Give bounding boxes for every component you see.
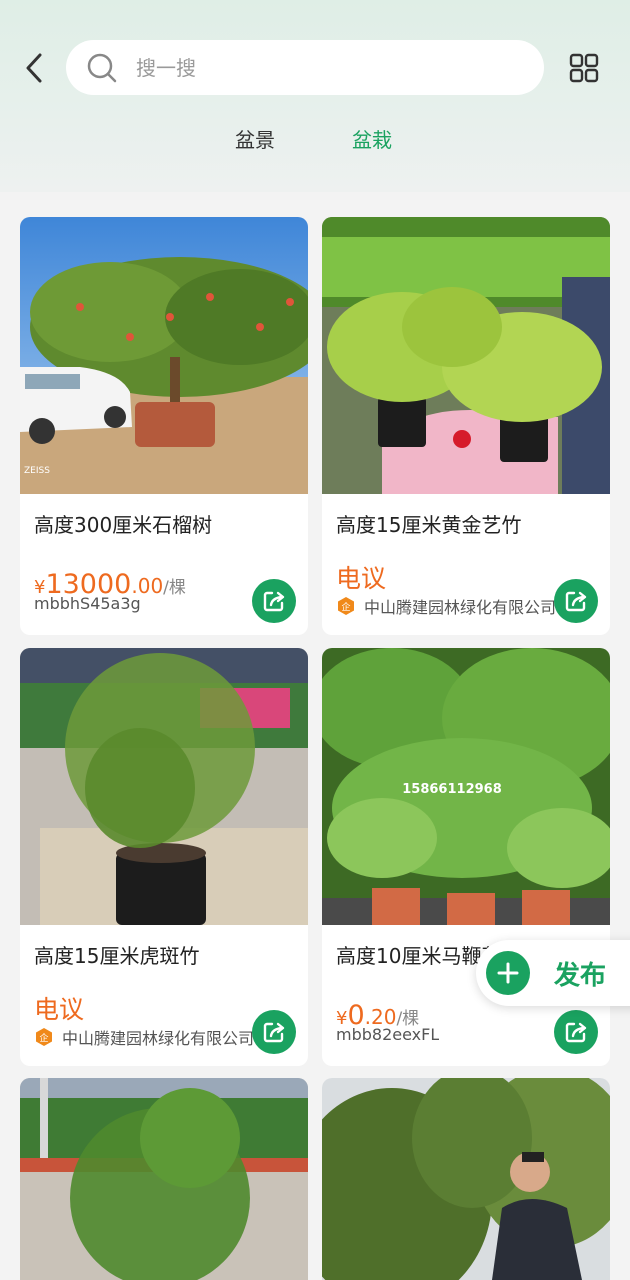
product-image <box>322 1078 610 1280</box>
grid-icon <box>569 53 599 83</box>
product-card[interactable] <box>20 1078 308 1280</box>
product-price: 电议 <box>336 564 387 593</box>
search-icon <box>86 52 118 84</box>
header <box>0 0 630 192</box>
seller-name: 企 中山腾建园林绿化有限公司 <box>34 1025 254 1049</box>
search-bar[interactable] <box>66 40 544 95</box>
share-icon <box>565 591 587 612</box>
product-image <box>20 1078 308 1280</box>
company-badge-icon: 企 <box>338 597 354 615</box>
back-button[interactable] <box>18 50 50 86</box>
search-input[interactable] <box>136 55 516 80</box>
product-card[interactable]: 高度15厘米虎斑竹 电议 企 中山腾建园林绿化有限公司 <box>20 648 308 1066</box>
watermark-text: ZEISS <box>24 466 50 476</box>
product-title: 高度15厘米虎斑竹 <box>34 944 200 968</box>
product-card[interactable]: ZEISS 高度300厘米石榴树 ¥13000.00/棵 mbbhS45a3g <box>20 217 308 635</box>
share-button[interactable] <box>252 1010 296 1054</box>
product-card[interactable]: 高度15厘米黄金艺竹 电议 企 中山腾建园林绿化有限公司 <box>322 217 610 635</box>
product-price: 电议 <box>34 995 85 1024</box>
svg-text:企: 企 <box>39 1032 48 1044</box>
publish-button[interactable]: 发布 <box>476 940 630 1006</box>
back-arrow-icon <box>26 53 42 83</box>
share-icon <box>565 1022 587 1043</box>
grid-view-button[interactable] <box>566 50 602 86</box>
tab-penzai[interactable]: 盆栽 <box>352 124 392 153</box>
product-image: 15866112968 <box>322 648 610 925</box>
seller-name: 企 中山腾建园林绿化有限公司 <box>336 594 556 618</box>
share-icon <box>263 1022 285 1043</box>
company-badge-icon: 企 <box>36 1028 52 1046</box>
share-button[interactable] <box>554 579 598 623</box>
product-image: ZEISS <box>20 217 308 494</box>
seller-name: mbb82eexFL <box>336 1025 440 1044</box>
product-image <box>322 217 610 494</box>
share-icon <box>263 591 285 612</box>
share-button[interactable] <box>252 579 296 623</box>
svg-text:企: 企 <box>341 601 350 613</box>
watermark-text: 15866112968 <box>402 782 502 797</box>
product-title: 高度15厘米黄金艺竹 <box>336 513 522 537</box>
share-button[interactable] <box>554 1010 598 1054</box>
product-image <box>20 648 308 925</box>
seller-name: mbbhS45a3g <box>34 594 141 613</box>
tab-penjing[interactable]: 盆景 <box>235 124 275 153</box>
plus-icon <box>486 951 530 995</box>
product-title: 高度300厘米石榴树 <box>34 513 213 537</box>
publish-label: 发布 <box>554 960 607 991</box>
product-card[interactable] <box>322 1078 610 1280</box>
